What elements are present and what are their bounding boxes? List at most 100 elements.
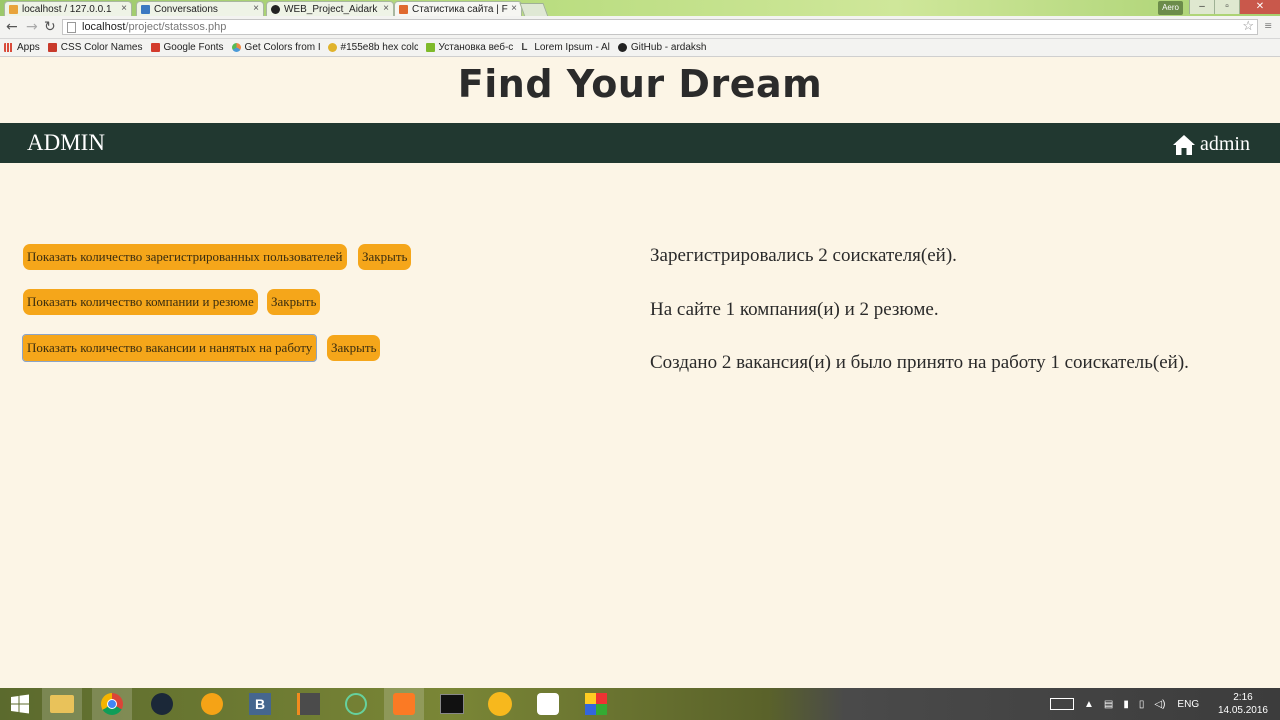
phpmyadmin-icon (9, 4, 18, 14)
file-explorer-taskbar[interactable] (42, 688, 82, 720)
rubik-cube-icon (585, 693, 607, 715)
terminal-taskbar[interactable] (432, 688, 472, 720)
triangle-app-icon (201, 693, 223, 715)
home-link[interactable]: admin (1172, 133, 1250, 156)
bookmark-github[interactable]: GitHub - ardaksh (617, 42, 707, 53)
steam-icon (151, 693, 173, 715)
atom-taskbar[interactable] (336, 688, 376, 720)
volume-icon[interactable]: ◁) (1154, 699, 1165, 710)
aimp-taskbar[interactable] (192, 688, 232, 720)
bookmark-apps[interactable]: Apps (4, 42, 40, 53)
hex-color-icon (327, 43, 337, 52)
v-app-taskbar[interactable] (480, 688, 520, 720)
minimize-button[interactable]: – (1189, 0, 1214, 14)
sublime-taskbar[interactable] (288, 688, 328, 720)
bookmark-lorem[interactable]: L Lorem Ipsum - Al (521, 42, 610, 53)
close-icon[interactable]: × (121, 3, 127, 14)
home-icon (1173, 134, 1195, 155)
user-name: admin (1200, 133, 1250, 155)
system-tray: ▲ ▤ ▮ ▯ ◁) ENG (1050, 688, 1199, 720)
pentagon-app-icon (537, 693, 559, 715)
brand-label: ADMIN (27, 130, 105, 155)
vk-icon: B (249, 693, 271, 715)
terminal-icon (440, 694, 464, 714)
conversations-icon (141, 4, 150, 14)
close-icon[interactable]: × (253, 3, 259, 14)
bookmark-google-fonts[interactable]: Google Fonts (150, 42, 224, 53)
tray-expand-icon[interactable]: ▲ (1084, 699, 1094, 710)
chrome-taskbar[interactable] (92, 688, 132, 720)
battery-icon[interactable]: ▯ (1139, 699, 1145, 710)
bookmark-label: Google Fonts (163, 42, 224, 53)
site-icon (399, 4, 408, 14)
signal-icon[interactable]: ▮ (1123, 699, 1129, 710)
sublime-icon (296, 693, 320, 715)
xampp-taskbar[interactable] (384, 688, 424, 720)
language-indicator[interactable]: ENG (1177, 699, 1199, 710)
url-host: localhost (82, 21, 126, 33)
bookmark-star-icon[interactable]: ☆ (1242, 18, 1254, 34)
reload-icon[interactable]: ↻ (44, 19, 56, 35)
bookmark-label: Apps (17, 42, 40, 53)
bookmark-label: Get Colors from I (244, 42, 320, 53)
chrome-icon (101, 693, 123, 715)
clock-date: 14.05.2016 (1217, 705, 1268, 716)
bookmark-install[interactable]: Установка веб-с (425, 42, 514, 53)
steam-taskbar[interactable] (142, 688, 182, 720)
css-icon (47, 43, 57, 52)
show-vacancies-hired-button[interactable]: Показать количество вакансии и нанятых н… (21, 334, 318, 362)
close-vacancies-hired-button[interactable]: Закрыть (327, 335, 381, 361)
vk-taskbar[interactable]: B (240, 688, 280, 720)
stat-companies-resumes: На сайте 1 компания(и) и 2 резюме. (650, 299, 939, 320)
clock[interactable]: 2:16 14.05.2016 (1218, 691, 1268, 717)
tab-title: WEB_Project_Aidark (284, 3, 378, 15)
browser-toolbar: ← → ↻ localhost /project/statssos.php (0, 16, 1280, 39)
keyboard-icon[interactable] (1050, 698, 1074, 710)
tab-github-project[interactable]: WEB_Project_Aidark × (266, 1, 394, 16)
maximize-button[interactable]: ▫ (1214, 0, 1239, 14)
stat-vacancies-hired: Создано 2 вакансия(и) и было принято на … (650, 352, 1189, 373)
window-close-button[interactable]: ✕ (1239, 0, 1280, 14)
clock-time: 2:16 (1233, 692, 1253, 703)
close-icon[interactable]: × (511, 3, 517, 14)
tab-title: Conversations (154, 3, 218, 15)
bookmark-get-colors[interactable]: Get Colors from I (231, 42, 320, 53)
forward-arrow-icon[interactable]: → (26, 19, 38, 35)
browser-tab-strip: localhost / 127.0.0.1 × Conversations × … (0, 0, 1280, 17)
bookmark-css-colors[interactable]: CSS Color Names (47, 42, 143, 53)
network-icon[interactable]: ▤ (1104, 699, 1113, 710)
folder-icon (50, 695, 74, 713)
bookmark-label: GitHub - ardaksh (630, 42, 707, 53)
tab-statistics[interactable]: Статистика сайта | F × (394, 1, 522, 16)
xampp-icon (393, 693, 415, 715)
show-registered-users-button[interactable]: Показать количество зарегистрированных п… (23, 244, 347, 270)
address-bar[interactable]: localhost /project/statssos.php (62, 19, 1258, 35)
back-arrow-icon[interactable]: ← (6, 19, 18, 35)
apps-grid-icon (4, 43, 13, 52)
stat-registered-users: Зарегистрировались 2 соискателя(ей). (650, 245, 957, 266)
windows-start-button[interactable] (0, 688, 40, 720)
lorem-icon: L (521, 42, 528, 53)
bookmark-label: Lorem Ipsum - Al (534, 42, 610, 53)
tab-title: Статистика сайта | F (412, 3, 508, 15)
new-tab-button[interactable] (519, 3, 549, 17)
browser-menu-icon[interactable]: ≡ (1265, 18, 1272, 34)
bookmark-label: Установка веб-с (438, 42, 514, 53)
show-companies-resumes-button[interactable]: Показать количество компании и резюме (23, 289, 258, 315)
url-path: /project/statssos.php (125, 21, 227, 33)
v-app-icon (488, 692, 512, 716)
network-app-taskbar[interactable] (528, 688, 568, 720)
bookmark-hex-color[interactable]: #155e8b hex colc (327, 42, 418, 53)
windows-logo-icon (11, 694, 29, 714)
taskbar: B ▲ ▤ ▮ ▯ ◁) ENG 2:16 14.05.2016 (0, 688, 1280, 720)
cube-app-taskbar[interactable] (576, 688, 616, 720)
github-icon (271, 4, 280, 14)
close-registered-users-button[interactable]: Закрыть (358, 244, 412, 270)
tab-conversations[interactable]: Conversations × (136, 1, 264, 16)
install-icon (425, 43, 435, 52)
close-companies-resumes-button[interactable]: Закрыть (267, 289, 321, 315)
page-title: Find Your Dream (457, 62, 823, 106)
tab-localhost[interactable]: localhost / 127.0.0.1 × (4, 1, 132, 16)
close-icon[interactable]: × (383, 3, 389, 14)
page-icon (67, 21, 76, 33)
